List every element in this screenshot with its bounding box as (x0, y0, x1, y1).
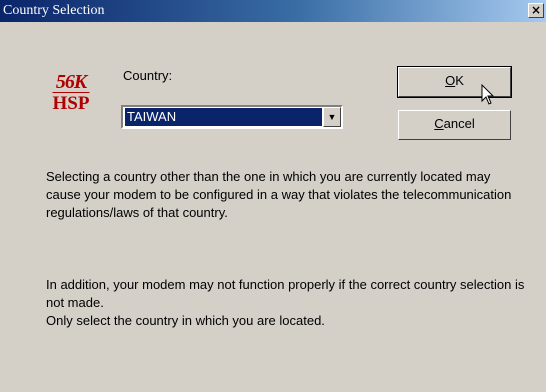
dropdown-arrow-icon[interactable]: ▼ (323, 107, 341, 127)
country-label: Country: (123, 68, 173, 83)
cancel-button[interactable]: Cancel (398, 110, 511, 140)
ok-label-rest: K (455, 73, 464, 88)
country-selection-dialog: Country Selection × 56K HSP Country: TAI… (0, 0, 546, 392)
window-title: Country Selection (3, 3, 105, 18)
addition-message: In addition, your modem may not function… (46, 277, 525, 310)
country-selected-value: TAIWAN (125, 108, 322, 126)
title-bar[interactable]: Country Selection × (0, 0, 546, 22)
instruction-message: Only select the country in which you are… (46, 313, 325, 328)
mouse-cursor-icon (481, 84, 495, 105)
modem-logo: 56K HSP (52, 72, 90, 118)
close-icon: × (530, 3, 542, 17)
country-dropdown[interactable]: TAIWAN ▼ (121, 105, 343, 129)
logo-text-top: 56K (55, 71, 87, 93)
ok-mnemonic: O (445, 73, 456, 88)
cancel-label-rest: ancel (443, 116, 475, 131)
cancel-mnemonic: C (434, 116, 444, 131)
warning-message: Selecting a country other than the one i… (46, 169, 512, 220)
close-button[interactable]: × (528, 3, 544, 18)
logo-text-bottom: HSP (52, 93, 90, 114)
